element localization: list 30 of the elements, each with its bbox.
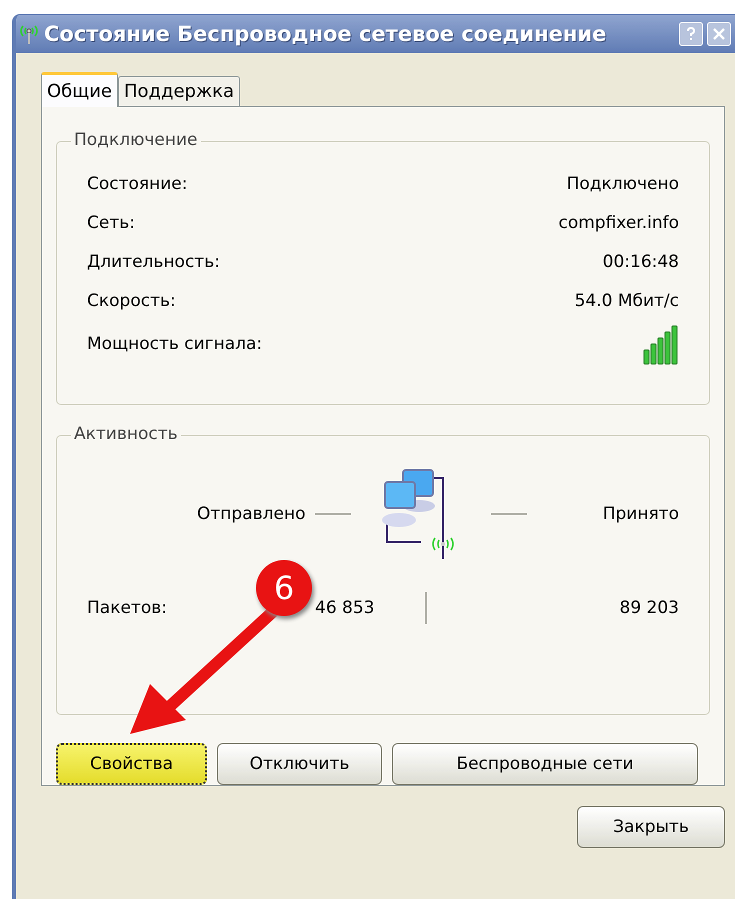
- field-value: 54.0 Мбит/с: [574, 290, 679, 310]
- button[interactable]: Беспроводные сети: [392, 743, 698, 785]
- sent-label: Отправлено: [197, 504, 306, 524]
- packets-label: Пакетов:: [87, 598, 168, 618]
- field-label: Скорость:: [87, 290, 176, 310]
- close-dialog-button[interactable]: Закрыть: [577, 806, 725, 848]
- separator-line: [425, 592, 427, 624]
- received-label: Принято: [602, 504, 679, 524]
- field-value: compfixer.info: [558, 212, 679, 232]
- tab[interactable]: Общие: [41, 72, 118, 107]
- group-title: Подключение: [71, 130, 201, 150]
- tab[interactable]: Поддержка: [118, 76, 240, 106]
- field-label: Сеть:: [87, 212, 135, 232]
- field-label: Длительность:: [87, 252, 220, 272]
- field-label: Состояние:: [87, 174, 188, 194]
- button[interactable]: Отключить: [217, 743, 382, 785]
- dash-line: [491, 512, 528, 515]
- received-packets: 89 203: [620, 598, 679, 618]
- antenna-icon: [18, 23, 40, 45]
- close-icon: [711, 26, 727, 42]
- field-value: 00:16:48: [602, 252, 679, 272]
- sent-packets: 46 853: [315, 598, 376, 618]
- window-title: Состояние Беспроводное сетевое соединение: [44, 22, 606, 46]
- help-button[interactable]: [679, 22, 703, 46]
- close-button[interactable]: [707, 22, 731, 46]
- field-value: Подключено: [566, 174, 679, 194]
- dash-line: [315, 512, 352, 515]
- button[interactable]: Свойства: [56, 743, 207, 785]
- field-label: Мощность сигнала:: [87, 334, 262, 354]
- signal-bars-icon: [643, 323, 679, 365]
